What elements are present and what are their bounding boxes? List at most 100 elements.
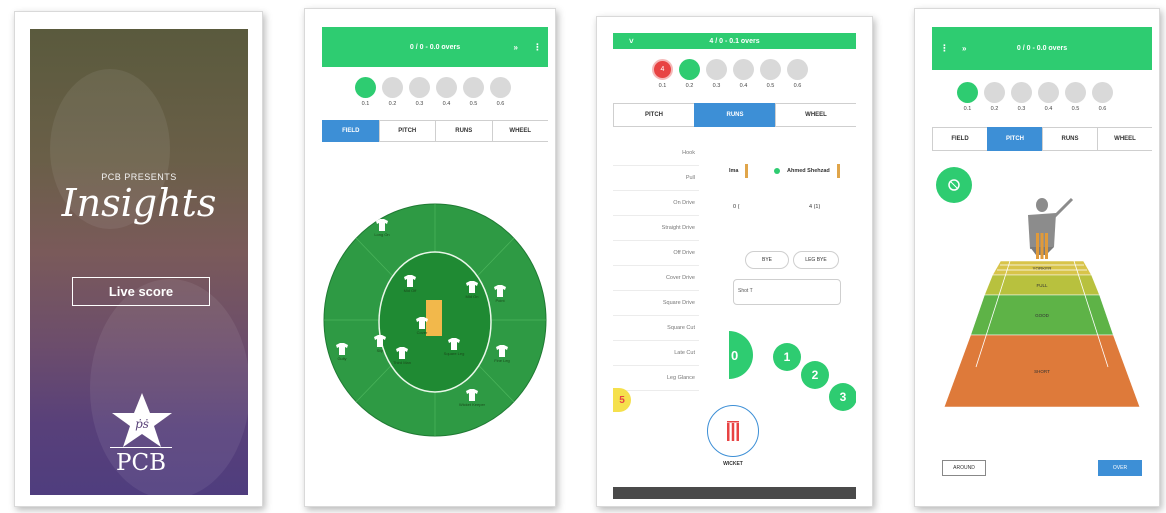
ball-1[interactable]: 4 0.1 <box>649 59 676 89</box>
tab-bar: FIELD PITCH RUNS WHEEL <box>932 127 1152 151</box>
tab-wheel[interactable]: WHEEL <box>491 120 548 142</box>
bat-icon <box>836 164 840 178</box>
run-5-button[interactable]: 5 <box>613 388 631 412</box>
pitch-zones: YORKERFULLGOODSHORT <box>943 260 1141 408</box>
ball-4[interactable]: 0.4 <box>1035 82 1062 112</box>
striker-score: 4 (1) <box>809 204 821 210</box>
shot-type-field[interactable]: Shot T <box>733 279 841 305</box>
ball-4[interactable]: 0.4 <box>730 59 757 89</box>
bat-icon <box>745 164 749 178</box>
shot-option[interactable]: Off Drive <box>613 241 699 266</box>
ball-marker <box>733 59 754 80</box>
run-3-button[interactable]: 3 <box>829 383 856 411</box>
run-zero-button[interactable]: 0 <box>729 331 753 379</box>
ball-3[interactable]: 0.3 <box>703 59 730 89</box>
svg-text:ṗṡ: ṗṡ <box>135 417 149 431</box>
ball-2[interactable]: 0.2 <box>676 59 703 89</box>
score-header: 0 / 0 - 0.0 overs <box>409 43 461 51</box>
boundary-ball-marker: 4 <box>652 59 673 80</box>
score-header: 4 / 0 - 0.1 overs <box>709 37 760 45</box>
ball-marker <box>1038 82 1059 103</box>
menu-icon[interactable]: ⋮ <box>940 43 949 54</box>
app-bar: 0 / 0 - 0.0 overs » ⋮ <box>322 27 548 67</box>
tab-pitch[interactable]: PITCH <box>987 127 1043 151</box>
tab-runs[interactable]: RUNS <box>694 103 776 127</box>
tab-pitch[interactable]: PITCH <box>613 103 695 127</box>
shot-option[interactable]: Cover Drive <box>613 266 699 291</box>
striker-name: Ahmed Shehzad <box>787 168 830 174</box>
ball-6[interactable]: 0.6 <box>784 59 811 89</box>
shot-option[interactable]: Straight Drive <box>613 216 699 241</box>
ball-strip: 4 0.1 0.2 0.3 0.4 0.5 0.6 <box>649 59 811 89</box>
non-striker-card: Ima <box>729 164 749 178</box>
ball-label: 0.2 <box>388 101 397 107</box>
pcb-logo-text: PCB <box>110 447 172 476</box>
tab-wheel[interactable]: WHEEL <box>1097 127 1152 151</box>
ball-2[interactable]: 0.2 <box>379 77 406 107</box>
fielder-position-label: Slip <box>377 348 384 353</box>
bye-button[interactable]: BYE <box>745 251 789 269</box>
chevron-down-icon[interactable]: » <box>514 43 518 52</box>
fielder-position-label: Gully <box>337 356 346 361</box>
ball-2[interactable]: 0.2 <box>981 82 1008 112</box>
shot-option[interactable]: Leg Glance <box>613 366 699 391</box>
runs-screen: ˅ 4 / 0 - 0.1 overs 4 0.1 0.2 0.3 0.4 0.5 0.6 … <box>613 33 856 499</box>
tab-pitch[interactable]: PITCH <box>378 120 436 142</box>
ball-5[interactable]: 0.5 <box>757 59 784 89</box>
tab-field[interactable]: FIELD <box>932 127 988 151</box>
stumps-icon <box>727 421 739 441</box>
tab-field[interactable]: FIELD <box>322 120 380 142</box>
pitch-zone-label: FULL <box>1036 283 1048 288</box>
ball-marker <box>706 59 727 80</box>
shot-option[interactable]: On Drive <box>613 191 699 216</box>
ball-marker <box>436 77 457 98</box>
tab-runs[interactable]: RUNS <box>435 120 493 142</box>
field-diagram: Long On Mid Off Mid On Point Cover Slip Gully F… <box>323 203 547 437</box>
ball-3[interactable]: 0.3 <box>1008 82 1035 112</box>
run-1-button[interactable]: 1 <box>773 343 801 371</box>
app-title: Insights <box>61 181 217 225</box>
ball-marker <box>1092 82 1113 103</box>
ball-4[interactable]: 0.4 <box>433 77 460 107</box>
ball-label: 0.4 <box>739 83 748 89</box>
shot-option[interactable]: Late Cut <box>613 341 699 366</box>
chevron-down-icon[interactable]: ˅ <box>629 37 634 46</box>
app-bar: ˅ 4 / 0 - 0.1 overs <box>613 33 856 49</box>
shot-option[interactable]: Pull <box>613 166 699 191</box>
chevron-down-icon[interactable]: » <box>962 44 966 53</box>
ball-5[interactable]: 0.5 <box>1062 82 1089 112</box>
ball-label: 0.6 <box>1098 106 1107 112</box>
ball-marker <box>679 59 700 80</box>
android-nav-bar <box>613 487 856 499</box>
ball-marker <box>463 77 484 98</box>
over-button[interactable]: OVER <box>1098 460 1142 476</box>
wicket-button[interactable] <box>707 405 759 457</box>
ball-6[interactable]: 0.6 <box>1089 82 1116 112</box>
tab-runs[interactable]: RUNS <box>1042 127 1098 151</box>
ball-label: 0.3 <box>1017 106 1026 112</box>
tab-wheel[interactable]: WHEEL <box>775 103 856 127</box>
fielder-position-label: Point <box>495 298 505 303</box>
shot-option[interactable]: Square Drive <box>613 291 699 316</box>
ball-label: 0.5 <box>469 101 478 107</box>
ball-label: 0.1 <box>963 106 972 112</box>
ball-1[interactable]: 0.1 <box>352 77 379 107</box>
live-score-button[interactable]: Live score <box>72 277 210 306</box>
pcb-star-logo-icon: ṗṡ <box>112 393 172 447</box>
ball-3[interactable]: 0.3 <box>406 77 433 107</box>
ball-6[interactable]: 0.6 <box>487 77 514 107</box>
ball-5[interactable]: 0.5 <box>460 77 487 107</box>
ball-label: 0.4 <box>1044 106 1053 112</box>
leg-bye-button[interactable]: LEG BYE <box>793 251 839 269</box>
run-2-button[interactable]: 2 <box>801 361 829 389</box>
score-header: 0 / 0 - 0.0 overs <box>1016 45 1068 52</box>
tab-bar: PITCH RUNS WHEEL <box>613 103 856 127</box>
pitch-zone-label: GOOD <box>1035 313 1050 318</box>
around-button[interactable]: AROUND <box>942 460 986 476</box>
shot-option[interactable]: Hook <box>613 141 699 166</box>
shot-option[interactable]: Square Cut <box>613 316 699 341</box>
ball-1[interactable]: 0.1 <box>954 82 981 112</box>
ball-marker <box>760 59 781 80</box>
ball-marker <box>1065 82 1086 103</box>
menu-icon[interactable]: ⋮ <box>533 42 542 53</box>
